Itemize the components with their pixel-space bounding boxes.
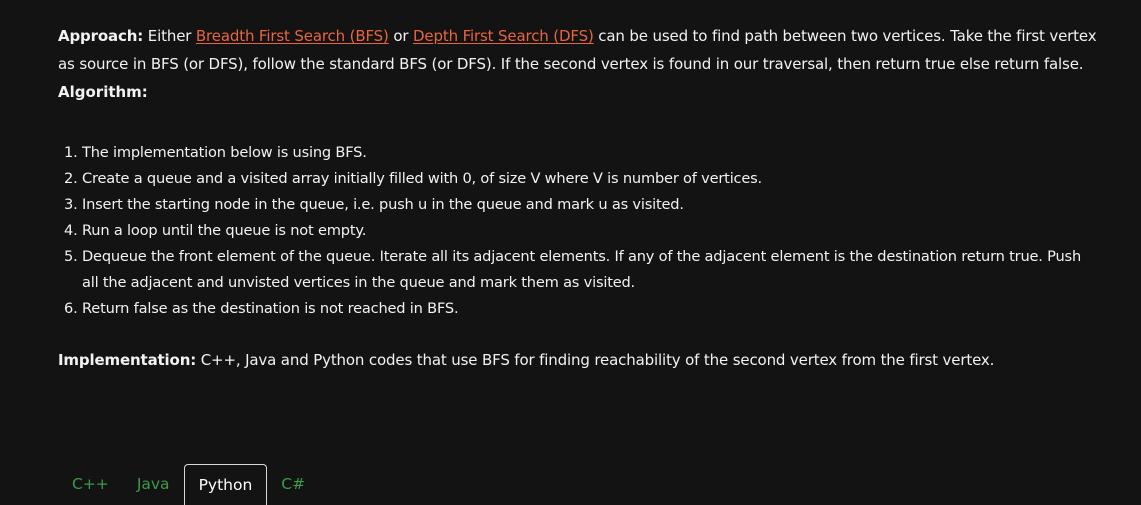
algorithm-step: The implementation below is using BFS. [82, 140, 1098, 166]
implementation-paragraph: Implementation: C++, Java and Python cod… [58, 347, 1098, 373]
algorithm-step: Insert the starting node in the queue, i… [82, 192, 1098, 218]
approach-paragraph: Approach: Either Breadth First Search (B… [58, 22, 1098, 78]
algorithm-step: Run a loop until the queue is not empty. [82, 218, 1098, 244]
algorithm-step: Return false as the destination is not r… [82, 296, 1098, 322]
approach-prefix: Either [143, 27, 196, 45]
bfs-link[interactable]: Breadth First Search (BFS) [196, 27, 389, 45]
article-content: Approach: Either Breadth First Search (B… [58, 22, 1098, 373]
implementation-text: C++, Java and Python codes that use BFS … [196, 351, 995, 369]
algorithm-step: Dequeue the front element of the queue. … [82, 244, 1098, 296]
tab-python[interactable]: Python [183, 464, 268, 505]
implementation-label: Implementation: [58, 351, 197, 369]
tab-cpp[interactable]: C++ [58, 464, 123, 505]
algorithm-heading: Algorithm: [58, 83, 148, 101]
dfs-link[interactable]: Depth First Search (DFS) [413, 27, 594, 45]
tab-csharp[interactable]: C# [267, 464, 319, 505]
approach-label: Approach: [58, 27, 144, 45]
algorithm-steps: The implementation below is using BFS. C… [58, 140, 1098, 322]
tab-java[interactable]: Java [123, 464, 184, 505]
algorithm-step: Create a queue and a visited array initi… [82, 166, 1098, 192]
approach-middle: or [388, 27, 414, 45]
language-tabs: C++ Java Python C# [58, 464, 1090, 505]
